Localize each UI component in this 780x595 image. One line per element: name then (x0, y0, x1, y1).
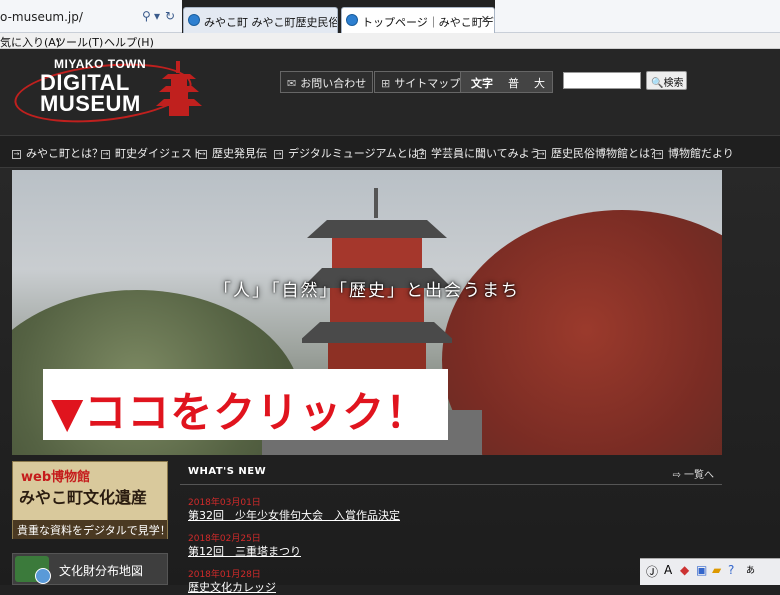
font-size-label: 文字 (471, 77, 493, 90)
banner-subtitle: web博物館 (21, 470, 91, 485)
tab-strip-empty (495, 0, 780, 33)
global-nav: → みやこ町とは？ → 町史ダイジェスト → 歴史発見伝 → デジタルミュージアムとは？… (0, 135, 780, 168)
address-bar[interactable]: o-museum.jp/ ⚲ ▾ ↻ (0, 0, 182, 33)
contact-button[interactable]: ✉ お問い合わせ (280, 71, 374, 93)
compass-icon (35, 568, 51, 584)
sitemap-button[interactable]: ⊞ サイトマップ (374, 71, 468, 93)
cultural-assets-map-link[interactable]: 文化財分布地図 (12, 553, 168, 585)
app-icon[interactable]: ◆ (680, 563, 689, 577)
menu-favorites[interactable]: 気に入り(A) (0, 34, 60, 50)
network-icon[interactable]: ▣ (696, 563, 707, 577)
ime-kana-icon[interactable]: あ (746, 563, 755, 576)
arrow-icon: → (537, 150, 546, 159)
contact-label: お問い合わせ (300, 77, 367, 90)
arrow-icon: → (101, 150, 110, 159)
ie-favicon-icon (346, 14, 358, 26)
news-link[interactable]: 第12回 三重塔まつり (188, 543, 301, 559)
nav-item-history-discovery[interactable]: → 歴史発見伝 (198, 145, 267, 161)
dropdown-icon[interactable]: ▾ (154, 9, 160, 23)
nav-item-ask-curator[interactable]: → 学芸員に聞いてみよう (417, 145, 541, 161)
close-tab-icon[interactable]: ✕ (481, 13, 490, 26)
divider (180, 484, 722, 485)
search-button-label: 検索 (663, 78, 684, 89)
tab-label: トップページ｜みやこ町デジタ... (362, 16, 494, 29)
font-size-large-button[interactable]: 大 (534, 75, 545, 91)
menu-bar: 気に入り(A) ツール(T) ヘルプ(H) (0, 33, 780, 49)
folder-icon[interactable]: ▰ (712, 563, 721, 577)
whats-new-heading: WHAT'S NEW (188, 466, 267, 477)
ie-favicon-icon (188, 14, 200, 26)
hero-autumn-maple (442, 210, 722, 455)
ime-icon[interactable]: Ⓙ (646, 563, 658, 580)
search-button[interactable]: 🔍検索 (646, 71, 687, 90)
news-link[interactable]: 歴史文化カレッジ (188, 579, 276, 595)
website: MIYAKO TOWN DIGITAL MUSEUM ✉ お問い合わせ ⊞ サイトマ… (0, 49, 780, 594)
logo-town: MIYAKO TOWN (54, 57, 147, 71)
arrow-icon: → (274, 150, 283, 159)
address-url[interactable]: o-museum.jp/ (0, 10, 83, 24)
nav-item-folk-museum[interactable]: → 歴史民俗博物館とは？ (537, 145, 661, 161)
pagoda-icon (156, 61, 202, 116)
nav-item-digital-museum[interactable]: → デジタルミュージアムとは？ (274, 145, 430, 161)
tab-museum[interactable]: みやこ町 みやこ町歴史民俗博物館 (183, 7, 338, 33)
banner-caption: 貴重な資料をデジタルで見学！ (13, 520, 171, 539)
hero-tagline: 「人」「自然」「歴史」と出会うまち (214, 281, 520, 301)
banner-title: みやこ町文化遺産 (19, 488, 148, 507)
tab-digital-museum[interactable]: トップページ｜みやこ町デジタ... ✕ (341, 7, 495, 33)
menu-help[interactable]: ヘルプ(H) (104, 34, 154, 50)
site-header: MIYAKO TOWN DIGITAL MUSEUM ✉ お問い合わせ ⊞ サイトマ… (0, 49, 780, 135)
arrow-icon: → (12, 150, 21, 159)
nav-item-museum-news[interactable]: → 博物館だより (654, 145, 734, 161)
sitemap-label: サイトマップ (394, 77, 461, 90)
search-icon: 🔍 (651, 78, 664, 89)
search-icon[interactable]: ⚲ (142, 9, 151, 23)
font-size-control: 文字 普 大 (460, 71, 553, 93)
refresh-icon[interactable]: ↻ (165, 9, 175, 23)
click-here-callout: ▼ココをクリック！ (43, 369, 448, 440)
tab-label: みやこ町 みやこ町歴史民俗博物館 (204, 16, 338, 29)
web-museum-banner[interactable]: web博物館 みやこ町文化遺産 貴重な資料をデジタルで見学！ (12, 461, 171, 539)
callout-text: ▼ココをクリック！ (51, 388, 429, 437)
search-input[interactable] (563, 72, 641, 89)
sitemap-icon: ⊞ (381, 77, 391, 90)
news-link[interactable]: 第32回 少年少女俳句大会 入賞作品決定 (188, 507, 400, 523)
cultural-assets-map-label: 文化財分布地図 (59, 564, 144, 578)
nav-item-history-digest[interactable]: → 町史ダイジェスト (101, 145, 203, 161)
arrow-icon: → (654, 150, 663, 159)
mail-icon: ✉ (287, 77, 297, 90)
site-logo[interactable]: MIYAKO TOWN DIGITAL MUSEUM (11, 55, 204, 131)
ime-mode-icon[interactable]: A (664, 563, 672, 577)
logo-museum: MUSEUM (40, 91, 141, 116)
nav-item-about-town[interactable]: → みやこ町とは？ (12, 145, 103, 161)
menu-tools[interactable]: ツール(T) (55, 34, 103, 50)
system-tray: Ⓙ A ◆ ▣ ▰ ? あ (640, 558, 780, 585)
font-size-normal-button[interactable]: 普 (508, 75, 519, 91)
help-icon[interactable]: ? (728, 563, 734, 577)
arrow-icon: → (198, 150, 207, 159)
news-list-link[interactable]: ⇨ 一覧へ (672, 466, 714, 481)
arrow-icon: → (417, 150, 426, 159)
